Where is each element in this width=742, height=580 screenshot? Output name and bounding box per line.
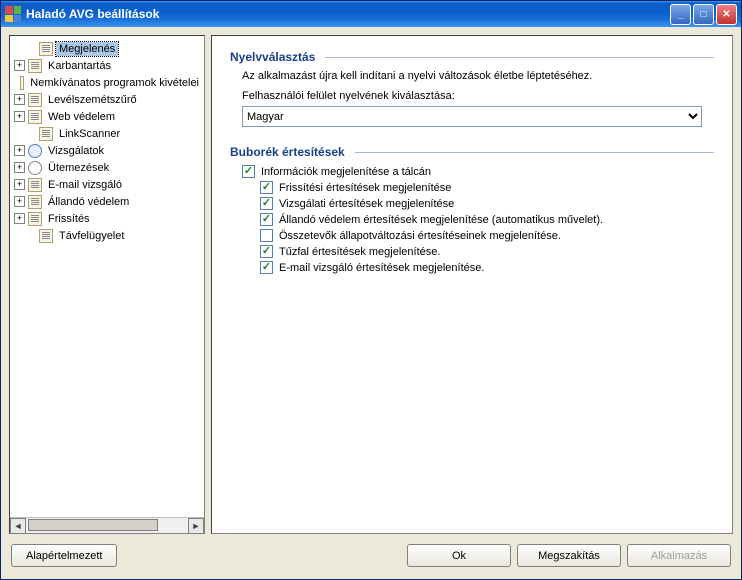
tree-item[interactable]: + Vizsgálatok: [12, 142, 202, 159]
language-select[interactable]: Magyar: [242, 106, 702, 127]
checkbox-icon: [260, 245, 273, 258]
expand-icon[interactable]: +: [14, 94, 25, 105]
button-bar: Alapértelmezett Ok Megszakítás Alkalmazá…: [9, 542, 733, 571]
section-language-label: Nyelvválasztás: [230, 50, 315, 64]
page-icon: [39, 42, 53, 56]
default-button[interactable]: Alapértelmezett: [11, 544, 117, 567]
cancel-button[interactable]: Megszakítás: [517, 544, 621, 567]
checkbox-label: Tűzfal értesítések megjelenítése.: [279, 246, 440, 258]
tree-item[interactable]: + Web védelem: [12, 108, 202, 125]
checkbox-label: Vizsgálati értesítések megjelenítése: [279, 198, 454, 210]
checkbox-label: E-mail vizsgáló értesítések megjelenítés…: [279, 262, 484, 274]
page-icon: [28, 110, 42, 124]
checkbox-row[interactable]: Vizsgálati értesítések megjelenítése: [260, 197, 702, 210]
checkbox-row[interactable]: E-mail vizsgáló értesítések megjelenítés…: [260, 261, 702, 274]
minimize-button[interactable]: _: [670, 4, 691, 25]
expand-icon[interactable]: +: [14, 179, 25, 190]
checkbox-row[interactable]: Állandó védelem értesítések megjelenítés…: [260, 213, 702, 226]
checkbox-label: Állandó védelem értesítések megjelenítés…: [279, 214, 603, 226]
checkbox-icon: [260, 197, 273, 210]
tree-item-label: E-mail vizsgáló: [45, 178, 125, 192]
app-icon: [5, 6, 21, 22]
nav-tree[interactable]: Megjelenés + Karbantartás Nemkívánatos prog…: [10, 36, 204, 517]
page-icon: [28, 178, 42, 192]
ok-button[interactable]: Ok: [407, 544, 511, 567]
tree-item-label: Távfelügyelet: [56, 229, 127, 243]
tree-item-label: Web védelem: [45, 110, 118, 124]
tree-spacer: [14, 230, 25, 241]
page-icon: [28, 59, 42, 73]
clock-icon: [28, 161, 42, 175]
section-balloon-label: Buborék értesítések: [230, 145, 345, 159]
tree-item-label: Megjelenés: [56, 42, 118, 56]
settings-window: Haladó AVG beállítások _ □ ✕ Megjelenés+…: [0, 0, 742, 580]
expand-icon[interactable]: +: [14, 162, 25, 173]
tree-item[interactable]: + E-mail vizsgáló: [12, 176, 202, 193]
scroll-left-button[interactable]: ◄: [10, 518, 26, 534]
window-title: Haladó AVG beállítások: [26, 7, 670, 21]
titlebar: Haladó AVG beállítások _ □ ✕: [1, 1, 741, 27]
horizontal-scrollbar[interactable]: ◄ ►: [10, 517, 204, 533]
page-icon: [28, 93, 42, 107]
page-icon: [28, 195, 42, 209]
page-icon: [39, 127, 53, 141]
language-note: Az alkalmazást újra kell indítani a nyel…: [242, 70, 702, 82]
section-balloon: Buborék értesítések: [230, 145, 714, 159]
tree-item[interactable]: + Levélszemétszűrő: [12, 91, 202, 108]
close-button[interactable]: ✕: [716, 4, 737, 25]
tree-item[interactable]: + Ütemezések: [12, 159, 202, 176]
page-icon: [28, 212, 42, 226]
tree-spacer: [14, 128, 25, 139]
tree-item[interactable]: LinkScanner: [12, 125, 202, 142]
tree-item[interactable]: Megjelenés: [12, 40, 202, 57]
tree-item[interactable]: + Karbantartás: [12, 57, 202, 74]
checkbox-icon: [260, 213, 273, 226]
page-icon: [39, 229, 53, 243]
nav-tree-panel: Megjelenés + Karbantartás Nemkívánatos prog…: [9, 35, 205, 534]
checkbox-tray-info[interactable]: Információk megjelenítése a tálcán: [242, 165, 702, 178]
tree-item-label: Frissítés: [45, 212, 93, 226]
tree-item-label: Állandó védelem: [45, 195, 132, 209]
checkbox-icon: [260, 229, 273, 242]
tree-item-label: LinkScanner: [56, 127, 123, 141]
scroll-thumb[interactable]: [28, 519, 158, 531]
tree-item-label: Karbantartás: [45, 59, 114, 73]
tree-item[interactable]: Távfelügyelet: [12, 227, 202, 244]
expand-icon[interactable]: +: [14, 196, 25, 207]
expand-icon[interactable]: +: [14, 145, 25, 156]
checkbox-label: Frissítési értesítések megjelenítése: [279, 182, 451, 194]
section-language: Nyelvválasztás: [230, 50, 714, 64]
checkbox-icon: [260, 181, 273, 194]
maximize-button[interactable]: □: [693, 4, 714, 25]
tree-item-label: Vizsgálatok: [45, 144, 107, 158]
expand-icon[interactable]: +: [14, 60, 25, 71]
tree-spacer: [14, 77, 16, 88]
checkbox-label: Összetevők állapotváltozási értesítésein…: [279, 230, 561, 242]
page-icon: [20, 76, 24, 90]
checkbox-row[interactable]: Frissítési értesítések megjelenítése: [260, 181, 702, 194]
tree-item[interactable]: Nemkívánatos programok kivételei: [12, 74, 202, 91]
checkbox-icon: [242, 165, 255, 178]
tree-item-label: Levélszemétszűrő: [45, 93, 140, 107]
magnify-icon: [28, 144, 42, 158]
expand-icon[interactable]: +: [14, 213, 25, 224]
tree-spacer: [14, 43, 25, 54]
tree-item-label: Ütemezések: [45, 161, 112, 175]
tree-item[interactable]: + Állandó védelem: [12, 193, 202, 210]
apply-button[interactable]: Alkalmazás: [627, 544, 731, 567]
expand-icon[interactable]: +: [14, 111, 25, 122]
scroll-right-button[interactable]: ►: [188, 518, 204, 534]
checkbox-row[interactable]: Tűzfal értesítések megjelenítése.: [260, 245, 702, 258]
checkbox-icon: [260, 261, 273, 274]
tree-item[interactable]: + Frissítés: [12, 210, 202, 227]
tree-item-label: Nemkívánatos programok kivételei: [27, 76, 202, 90]
checkbox-label: Információk megjelenítése a tálcán: [261, 166, 431, 178]
scroll-track[interactable]: [26, 518, 188, 533]
checkbox-row[interactable]: Összetevők állapotváltozási értesítésein…: [260, 229, 702, 242]
content-panel: Nyelvválasztás Az alkalmazást újra kell …: [211, 35, 733, 534]
language-field-label: Felhasználói felület nyelvének kiválaszt…: [242, 90, 702, 102]
